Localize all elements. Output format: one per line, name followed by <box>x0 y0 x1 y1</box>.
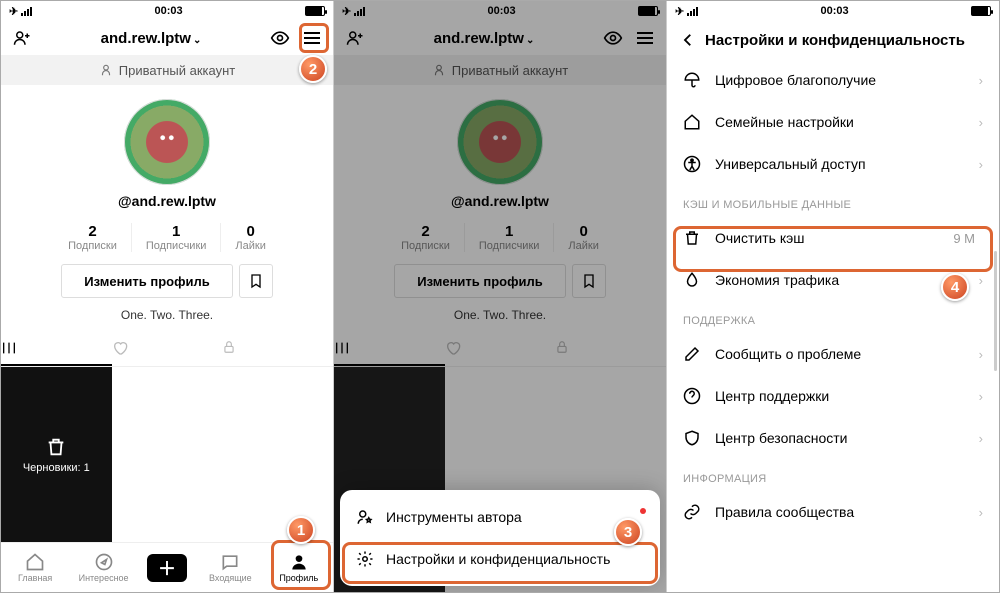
tab-private[interactable] <box>222 332 333 366</box>
sheet-settings[interactable]: Настройки и конфиденциальность <box>340 538 660 580</box>
nav-discover[interactable]: Интересное <box>79 552 129 583</box>
username-dropdown[interactable]: and.rew.lptw⌄ <box>41 30 261 47</box>
avatar[interactable] <box>124 99 210 185</box>
bottom-nav: Главная Интересное ＋ Входящие Профиль <box>1 542 333 592</box>
nav-home[interactable]: Главная <box>10 552 60 583</box>
view-icon[interactable] <box>267 25 293 51</box>
umbrella-icon <box>683 71 701 89</box>
menu-button[interactable] <box>299 25 325 51</box>
nav-inbox[interactable]: Входящие <box>205 552 255 583</box>
section-info: ИНФОРМАЦИЯ <box>667 459 999 491</box>
section-support: ПОДДЕРЖКА <box>667 301 999 333</box>
content-grid: Черновики: 1 <box>1 367 333 542</box>
phone-menu: ✈00:03 and.rew.lptw⌄ Приватный аккаунт @… <box>334 1 667 592</box>
settings-title: Настройки и конфиденциальность <box>705 32 965 49</box>
notification-dot-icon <box>640 508 646 514</box>
home-icon <box>683 113 701 131</box>
following-stat[interactable]: 2Подписки <box>54 223 131 252</box>
tab-liked[interactable] <box>112 332 223 366</box>
person-star-icon <box>356 508 374 526</box>
airplane-icon: ✈ <box>9 5 18 18</box>
drop-icon <box>683 271 701 289</box>
private-account-tag: Приватный аккаунт <box>1 55 333 85</box>
row-family[interactable]: Семейные настройки› <box>667 101 999 143</box>
wifi-icon <box>21 7 32 16</box>
drafts-tile[interactable]: Черновики: 1 <box>1 367 112 542</box>
bookmark-button[interactable] <box>239 264 273 298</box>
battery-icon <box>305 6 325 16</box>
trash-icon <box>45 436 67 458</box>
profile-header: and.rew.lptw⌄ <box>1 21 333 55</box>
phone-settings: ✈00:03 Настройки и конфиденциальность Ци… <box>667 1 999 592</box>
followers-stat[interactable]: 1Подписчики <box>131 223 221 252</box>
gear-icon <box>356 550 374 568</box>
accessibility-icon <box>683 155 701 173</box>
settings-header: Настройки и конфиденциальность <box>667 21 999 59</box>
question-icon <box>683 387 701 405</box>
row-report[interactable]: Сообщить о проблеме› <box>667 333 999 375</box>
pencil-icon <box>683 345 701 363</box>
bottom-sheet: Инструменты автора Настройки и конфиденц… <box>340 490 660 586</box>
row-help[interactable]: Центр поддержки› <box>667 375 999 417</box>
tab-grid[interactable] <box>1 332 112 366</box>
back-button[interactable] <box>679 31 697 49</box>
edit-profile-button[interactable]: Изменить профиль <box>61 264 233 298</box>
step-badge-4: 4 <box>941 273 969 301</box>
bio-text: One. Two. Three. <box>1 308 333 322</box>
add-user-icon[interactable] <box>9 25 35 51</box>
step-badge-3: 3 <box>614 518 642 546</box>
nav-create[interactable]: ＋ <box>147 554 187 582</box>
content-tabs <box>1 332 333 367</box>
likes-stat[interactable]: 0Лайки <box>220 223 279 252</box>
stats-row: 2Подписки 1Подписчики 0Лайки <box>1 223 333 252</box>
handle: @and.rew.lptw <box>1 193 333 209</box>
sheet-creator-tools[interactable]: Инструменты автора <box>340 496 660 538</box>
step-badge-2: 2 <box>299 55 327 83</box>
lock-user-icon <box>99 63 113 77</box>
row-clear-cache[interactable]: Очистить кэш 9 M <box>667 217 999 259</box>
phone-profile: ✈ 00:03 and.rew.lptw⌄ Приватный аккаунт … <box>1 1 334 592</box>
shield-icon <box>683 429 701 447</box>
status-bar: ✈ 00:03 <box>1 1 333 21</box>
row-accessibility[interactable]: Универсальный доступ› <box>667 143 999 185</box>
step-badge-1: 1 <box>287 516 315 544</box>
clock: 00:03 <box>32 5 305 17</box>
nav-profile[interactable]: Профиль <box>274 552 324 583</box>
row-safety[interactable]: Центр безопасности› <box>667 417 999 459</box>
cache-size: 9 M <box>953 231 975 246</box>
trash-icon <box>683 229 701 247</box>
scrollbar[interactable] <box>994 251 997 371</box>
row-guidelines[interactable]: Правила сообщества› <box>667 491 999 533</box>
link-icon <box>683 503 701 521</box>
section-cache: КЭШ И МОБИЛЬНЫЕ ДАННЫЕ <box>667 185 999 217</box>
row-digital-wellbeing[interactable]: Цифровое благополучие› <box>667 59 999 101</box>
